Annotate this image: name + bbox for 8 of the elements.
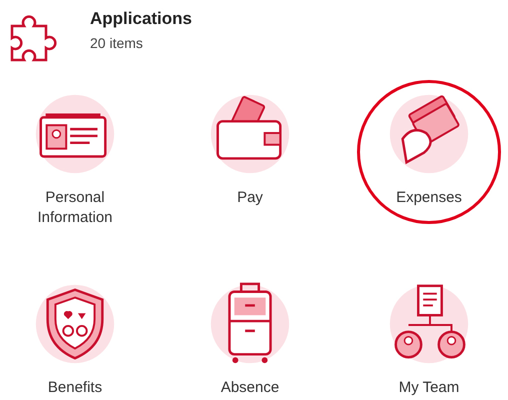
app-label[interactable]: Personal Information (15, 188, 135, 228)
app-label[interactable]: Expenses (369, 188, 489, 208)
app-label[interactable]: Absence (190, 378, 310, 398)
item-count: 20 items (90, 35, 144, 51)
app-label[interactable]: Pay (190, 188, 310, 208)
page-title: Applications (90, 9, 192, 29)
app-label[interactable]: Benefits (15, 378, 135, 398)
app-label[interactable]: My Team (369, 378, 489, 398)
